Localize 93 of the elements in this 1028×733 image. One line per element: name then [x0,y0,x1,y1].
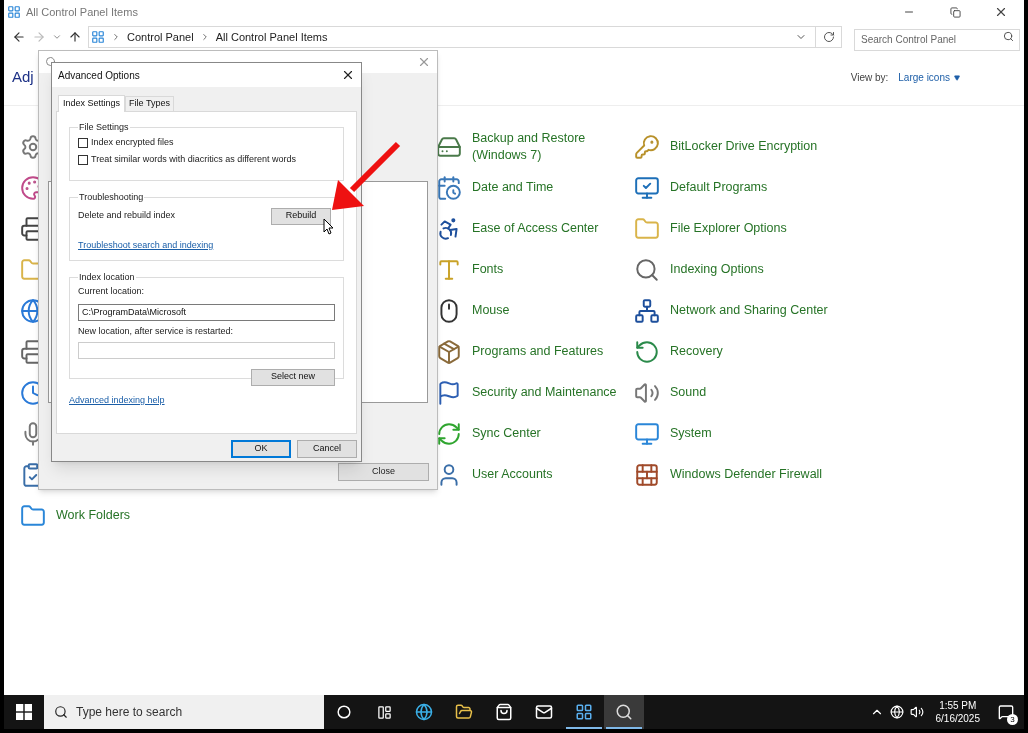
troubleshoot-link[interactable]: Troubleshoot search and indexing [78,238,214,252]
control-panel-icon[interactable] [575,703,593,721]
address-bar[interactable]: Control Panel All Control Panel Items [88,26,842,48]
control-panel-link[interactable]: Programs and Features [472,343,604,360]
notifications-icon[interactable] [998,704,1014,720]
search-field[interactable]: Search Control Panel [854,28,1020,51]
windows-logo-icon[interactable] [16,704,32,720]
refresh-icon[interactable] [822,31,835,43]
view-by-label: View by: [850,71,889,85]
control-panel-link[interactable]: Fonts [472,261,504,278]
search-icon [1003,31,1014,42]
network-icon[interactable] [889,705,904,719]
control-panel-link[interactable]: File Explorer Options [670,220,787,237]
breadcrumb-item[interactable]: All Control Panel Items [215,28,328,46]
checkbox-label: Treat similar words with diacritics as different words [91,153,297,167]
rebuild-button[interactable]: Rebuild [271,207,331,225]
group-title: File Settings [78,121,130,134]
caret-icon[interactable] [954,74,960,81]
dialog-button[interactable]: Cancel [297,440,357,458]
folder-icon [634,215,660,242]
search-icon [54,705,68,719]
tab[interactable]: Index Settings [58,95,126,112]
calendar-clock-icon [436,174,462,201]
mail-icon[interactable] [535,703,553,721]
page-heading: Adj [12,67,34,88]
control-panel-link[interactable]: Backup and Restore (Windows 7) [472,129,630,164]
restore-icon [634,338,660,365]
new-location-field[interactable] [78,342,335,359]
browser-icon[interactable] [415,703,433,721]
window-title: All Control Panel Items [26,4,138,20]
control-panel-icon [7,5,21,19]
checkbox[interactable] [78,138,88,148]
control-panel-link[interactable]: System [670,425,712,442]
cortana-icon[interactable] [337,705,351,719]
taskbar-search-field[interactable]: Type here to search [44,695,324,729]
control-panel-link[interactable]: BitLocker Drive Encryption [670,138,818,155]
clock-time: 1:55 PM [939,699,977,712]
monitor-icon [634,420,660,447]
magnifier-icon [634,256,660,283]
back-icon[interactable] [12,30,26,44]
select-new-button[interactable]: Select new [251,368,335,386]
notification-count: 3 [1007,714,1018,725]
control-panel-link[interactable]: Windows Defender Firewall [670,466,823,483]
dialog-button[interactable]: OK [231,440,291,458]
dialog-title: Advanced Options [58,68,140,83]
magnifier-icon[interactable] [615,703,633,721]
mouse-cursor-icon [323,218,334,235]
field-label: New location, after service is restarted: [78,325,235,338]
network-icon [634,297,660,324]
bag-icon[interactable] [495,703,513,721]
control-panel-link[interactable]: User Accounts [472,466,553,483]
control-panel-link[interactable]: Indexing Options [670,261,764,278]
help-link[interactable]: Advanced indexing help [69,394,165,408]
control-panel-link[interactable]: Security and Maintenance [472,384,617,401]
checkbox[interactable] [78,155,88,165]
brick-wall-icon [634,461,660,488]
control-panel-link[interactable]: Sync Center [472,425,541,442]
volume-icon[interactable] [909,705,924,719]
control-panel-link[interactable]: Work Folders [56,507,131,524]
flag-icon [436,379,462,406]
package-icon [436,338,462,365]
folder-icon [20,502,46,529]
control-panel-icon [91,30,105,44]
clock[interactable]: 1:55 PM 6/16/2025 [929,699,986,725]
up-icon[interactable] [68,30,82,44]
rebuild-description: Delete and rebuild index [78,209,176,223]
clock-date: 6/16/2025 [935,712,980,725]
close-icon[interactable] [341,68,355,82]
task-view-icon[interactable] [376,704,392,720]
field-label: Current location: [78,284,146,298]
control-panel-link[interactable]: Mouse [472,302,510,319]
breadcrumb-item[interactable]: Control Panel [127,28,194,46]
restore-icon[interactable] [949,6,961,18]
control-panel-link[interactable]: Date and Time [472,179,554,196]
taskbar-app[interactable] [604,695,644,729]
group-title: Index location [78,271,136,284]
checkbox-label: Index encrypted files [91,136,174,150]
control-panel-link[interactable]: Default Programs [670,179,768,196]
sync-icon [436,420,462,447]
tab[interactable]: File Types [125,96,174,111]
group-title: Troubleshooting [78,191,145,204]
control-panel-link[interactable]: Ease of Access Center [472,220,599,237]
view-by-dropdown[interactable]: Large icons [898,70,960,85]
close-button[interactable]: Close [338,463,429,481]
key-icon [634,133,660,160]
control-panel-link[interactable]: Sound [670,384,707,401]
control-panel-link[interactable]: Network and Sharing Center [670,302,828,319]
monitor-check-icon [634,174,660,201]
control-panel-link[interactable]: Recovery [670,343,723,360]
chevron-icon [111,32,121,42]
current-location-field[interactable]: C:\ProgramData\Microsoft [78,303,335,321]
folder-icon[interactable] [455,703,473,721]
close-icon[interactable] [994,5,1008,19]
